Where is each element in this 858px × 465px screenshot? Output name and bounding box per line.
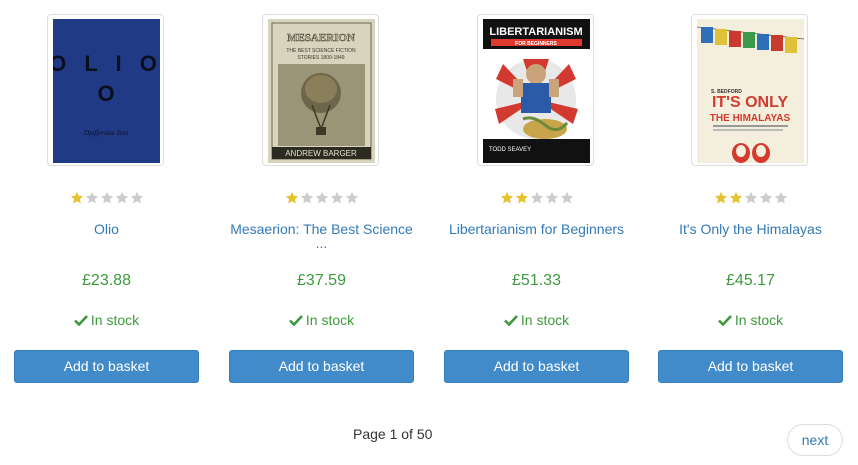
product-card: S. BEDFORD IT'S ONLY THE HIMALAYAS It's … bbox=[658, 0, 843, 400]
cover-art-himalayas: S. BEDFORD IT'S ONLY THE HIMALAYAS bbox=[697, 19, 804, 163]
svg-text:MESAERION: MESAERION bbox=[287, 32, 355, 44]
star-icon bbox=[300, 191, 314, 205]
product-card: LIBERTARIANISM FOR BEGINNERS TODD SEAVEY… bbox=[444, 0, 629, 400]
product-title-link[interactable]: Olio bbox=[14, 220, 199, 249]
cover-frame[interactable]: LIBERTARIANISM FOR BEGINNERS TODD SEAVEY bbox=[477, 14, 594, 166]
star-icon bbox=[759, 191, 773, 205]
availability: In stock bbox=[444, 312, 629, 328]
next-page-button[interactable]: next bbox=[787, 424, 843, 456]
svg-text:THE BEST SCIENCE FICTION: THE BEST SCIENCE FICTION bbox=[286, 48, 356, 54]
svg-text:O: O bbox=[97, 81, 114, 106]
book-cover-image[interactable]: LIBERTARIANISM FOR BEGINNERS TODD SEAVEY bbox=[483, 19, 590, 163]
product-price: £45.17 bbox=[726, 272, 775, 289]
book-cover-image[interactable]: O L I O O Djaffertine Jess bbox=[53, 19, 160, 163]
svg-text:ANDREW BARGER: ANDREW BARGER bbox=[285, 149, 357, 158]
availability: In stock bbox=[229, 312, 414, 328]
star-icon bbox=[315, 191, 329, 205]
check-icon bbox=[717, 315, 732, 326]
add-to-basket-button[interactable]: Add to basket bbox=[14, 350, 199, 383]
star-icon bbox=[500, 191, 514, 205]
svg-text:STORIES 1800-1849: STORIES 1800-1849 bbox=[297, 55, 344, 61]
star-icon bbox=[130, 191, 144, 205]
star-icon bbox=[100, 191, 114, 205]
cover-art-olio: O L I O O Djaffertine Jess bbox=[53, 19, 160, 163]
product-price: £23.88 bbox=[82, 272, 131, 289]
cover-frame[interactable]: MESAERION THE BEST SCIENCE FICTION STORI… bbox=[262, 14, 379, 166]
star-icon bbox=[330, 191, 344, 205]
star-icon bbox=[714, 191, 728, 205]
add-to-basket-button[interactable]: Add to basket bbox=[444, 350, 629, 383]
star-rating bbox=[444, 191, 629, 205]
cover-frame[interactable]: O L I O O Djaffertine Jess bbox=[47, 14, 164, 166]
star-rating bbox=[658, 191, 843, 205]
availability: In stock bbox=[658, 312, 843, 328]
check-icon bbox=[503, 315, 518, 326]
star-icon bbox=[744, 191, 758, 205]
book-cover-image[interactable]: MESAERION THE BEST SCIENCE FICTION STORI… bbox=[268, 19, 375, 163]
product-price: £51.33 bbox=[512, 272, 561, 289]
star-icon bbox=[545, 191, 559, 205]
availability: In stock bbox=[14, 312, 199, 328]
svg-text:TODD SEAVEY: TODD SEAVEY bbox=[489, 147, 531, 153]
book-cover-image[interactable]: S. BEDFORD IT'S ONLY THE HIMALAYAS bbox=[697, 19, 804, 163]
cover-frame[interactable]: S. BEDFORD IT'S ONLY THE HIMALAYAS bbox=[691, 14, 808, 166]
add-to-basket-button[interactable]: Add to basket bbox=[229, 350, 414, 383]
svg-text:IT'S ONLY: IT'S ONLY bbox=[712, 94, 788, 111]
product-card: MESAERION THE BEST SCIENCE FICTION STORI… bbox=[229, 0, 414, 400]
svg-text:LIBERTARIANISM: LIBERTARIANISM bbox=[489, 26, 582, 38]
page-indicator: Page 1 of 50 bbox=[353, 426, 433, 442]
product-title-link[interactable]: It's Only the Himalayas bbox=[658, 220, 843, 249]
star-icon bbox=[70, 191, 84, 205]
star-icon bbox=[285, 191, 299, 205]
product-title-link[interactable]: Mesaerion: The Best Science... bbox=[229, 220, 414, 249]
star-icon bbox=[345, 191, 359, 205]
star-icon bbox=[729, 191, 743, 205]
add-to-basket-button[interactable]: Add to basket bbox=[658, 350, 843, 383]
cover-art-libertarianism: LIBERTARIANISM FOR BEGINNERS TODD SEAVEY bbox=[483, 19, 590, 163]
star-rating bbox=[229, 191, 414, 205]
check-icon bbox=[73, 315, 88, 326]
product-title-link[interactable]: Libertarianism for Beginners bbox=[444, 220, 629, 249]
cover-art-mesaerion: MESAERION THE BEST SCIENCE FICTION STORI… bbox=[268, 19, 375, 163]
svg-text:THE HIMALAYAS: THE HIMALAYAS bbox=[710, 113, 791, 124]
svg-text:FOR BEGINNERS: FOR BEGINNERS bbox=[515, 41, 557, 47]
product-price: £37.59 bbox=[297, 272, 346, 289]
star-icon bbox=[530, 191, 544, 205]
star-icon bbox=[560, 191, 574, 205]
star-icon bbox=[774, 191, 788, 205]
star-icon bbox=[85, 191, 99, 205]
svg-text:O L I O: O L I O bbox=[53, 51, 160, 76]
star-icon bbox=[115, 191, 129, 205]
check-icon bbox=[288, 315, 303, 326]
product-card: O L I O O Djaffertine Jess Olio £23.88 I… bbox=[14, 0, 199, 400]
star-icon bbox=[515, 191, 529, 205]
star-rating bbox=[14, 191, 199, 205]
svg-text:Djaffertine Jess: Djaffertine Jess bbox=[83, 129, 128, 137]
